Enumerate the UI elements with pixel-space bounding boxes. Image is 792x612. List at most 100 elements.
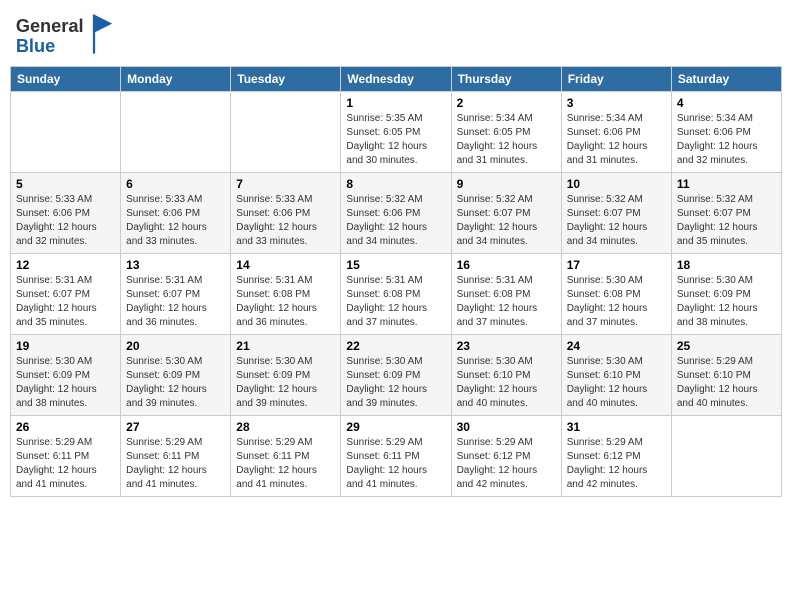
day-info: Sunrise: 5:32 AM Sunset: 6:07 PM Dayligh…	[457, 193, 556, 249]
calendar-cell: 30Sunrise: 5:29 AM Sunset: 6:12 PM Dayli…	[451, 416, 561, 497]
calendar-cell: 9 Sunrise: 5:32 AM Sunset: 6:07 PM Daylig…	[451, 173, 561, 254]
calendar-cell: 6 Sunrise: 5:33 AM Sunset: 6:06 PM Daylig…	[121, 173, 231, 254]
day-number: 7	[236, 177, 335, 191]
day-number: 12	[16, 258, 115, 272]
svg-text:Blue: Blue	[16, 36, 55, 56]
calendar-cell: 1 Sunrise: 5:35 AM Sunset: 6:05 PM Daylig…	[341, 92, 451, 173]
day-info: Sunrise: 5:29 AM Sunset: 6:11 PM Dayligh…	[236, 436, 335, 492]
day-number: 4	[677, 96, 776, 110]
calendar-cell	[231, 92, 341, 173]
calendar-cell: 25 Sunrise: 5:29 AM Sunset: 6:10 PM Dayli…	[671, 335, 781, 416]
svg-text:General: General	[16, 16, 84, 36]
day-info: Sunrise: 5:29 AM Sunset: 6:11 PM Dayligh…	[16, 436, 115, 492]
day-number: 25	[677, 339, 776, 353]
calendar-cell: 4 Sunrise: 5:34 AM Sunset: 6:06 PM Daylig…	[671, 92, 781, 173]
day-number: 20	[126, 339, 225, 353]
day-number: 16	[457, 258, 556, 272]
calendar-cell: 13Sunrise: 5:31 AM Sunset: 6:07 PM Dayli…	[121, 254, 231, 335]
day-info: Sunrise: 5:30 AM Sunset: 6:09 PM Dayligh…	[126, 355, 225, 411]
day-info: Sunrise: 5:31 AM Sunset: 6:07 PM Dayligh…	[16, 274, 115, 330]
calendar-cell: 28 Sunrise: 5:29 AM Sunset: 6:11 PM Dayli…	[231, 416, 341, 497]
day-number: 2	[457, 96, 556, 110]
day-number: 14	[236, 258, 335, 272]
calendar-cell: 17 Sunrise: 5:30 AM Sunset: 6:08 PM Dayli…	[561, 254, 671, 335]
day-info: Sunrise: 5:30 AM Sunset: 6:09 PM Dayligh…	[346, 355, 445, 411]
day-number: 24	[567, 339, 666, 353]
day-number: 23	[457, 339, 556, 353]
calendar-cell	[121, 92, 231, 173]
day-number: 28	[236, 420, 335, 434]
calendar-week-4: 19 Sunrise: 5:30 AM Sunset: 6:09 PM Dayli…	[11, 335, 782, 416]
calendar-cell	[11, 92, 121, 173]
day-number: 10	[567, 177, 666, 191]
calendar-header-wednesday: Wednesday	[341, 67, 451, 92]
day-info: Sunrise: 5:30 AM Sunset: 6:09 PM Dayligh…	[236, 355, 335, 411]
calendar-week-1: 1 Sunrise: 5:35 AM Sunset: 6:05 PM Daylig…	[11, 92, 782, 173]
day-info: Sunrise: 5:29 AM Sunset: 6:11 PM Dayligh…	[126, 436, 225, 492]
calendar-header-saturday: Saturday	[671, 67, 781, 92]
calendar-cell: 31Sunrise: 5:29 AM Sunset: 6:12 PM Dayli…	[561, 416, 671, 497]
calendar-cell: 26 Sunrise: 5:29 AM Sunset: 6:11 PM Dayli…	[11, 416, 121, 497]
day-number: 9	[457, 177, 556, 191]
calendar-cell: 21 Sunrise: 5:30 AM Sunset: 6:09 PM Dayli…	[231, 335, 341, 416]
calendar-cell: 19 Sunrise: 5:30 AM Sunset: 6:09 PM Dayli…	[11, 335, 121, 416]
day-number: 19	[16, 339, 115, 353]
day-number: 11	[677, 177, 776, 191]
day-number: 17	[567, 258, 666, 272]
day-info: Sunrise: 5:31 AM Sunset: 6:07 PM Dayligh…	[126, 274, 225, 330]
calendar-header-row: SundayMondayTuesdayWednesdayThursdayFrid…	[11, 67, 782, 92]
calendar-cell: 18Sunrise: 5:30 AM Sunset: 6:09 PM Dayli…	[671, 254, 781, 335]
calendar-cell: 2Sunrise: 5:34 AM Sunset: 6:05 PM Daylig…	[451, 92, 561, 173]
day-info: Sunrise: 5:33 AM Sunset: 6:06 PM Dayligh…	[16, 193, 115, 249]
day-info: Sunrise: 5:30 AM Sunset: 6:08 PM Dayligh…	[567, 274, 666, 330]
day-number: 3	[567, 96, 666, 110]
calendar-cell: 16 Sunrise: 5:31 AM Sunset: 6:08 PM Dayli…	[451, 254, 561, 335]
day-info: Sunrise: 5:32 AM Sunset: 6:07 PM Dayligh…	[567, 193, 666, 249]
calendar-header-sunday: Sunday	[11, 67, 121, 92]
calendar-cell: 14Sunrise: 5:31 AM Sunset: 6:08 PM Dayli…	[231, 254, 341, 335]
calendar-cell: 24 Sunrise: 5:30 AM Sunset: 6:10 PM Dayli…	[561, 335, 671, 416]
calendar-body: 1 Sunrise: 5:35 AM Sunset: 6:05 PM Daylig…	[11, 92, 782, 497]
day-number: 30	[457, 420, 556, 434]
calendar-cell: 7 Sunrise: 5:33 AM Sunset: 6:06 PM Daylig…	[231, 173, 341, 254]
day-info: Sunrise: 5:31 AM Sunset: 6:08 PM Dayligh…	[457, 274, 556, 330]
calendar-header-monday: Monday	[121, 67, 231, 92]
calendar-cell: 22 Sunrise: 5:30 AM Sunset: 6:09 PM Dayli…	[341, 335, 451, 416]
logo-svg: General Blue	[14, 10, 114, 60]
day-info: Sunrise: 5:29 AM Sunset: 6:10 PM Dayligh…	[677, 355, 776, 411]
day-info: Sunrise: 5:29 AM Sunset: 6:12 PM Dayligh…	[567, 436, 666, 492]
calendar-cell: 23 Sunrise: 5:30 AM Sunset: 6:10 PM Dayli…	[451, 335, 561, 416]
day-number: 22	[346, 339, 445, 353]
day-info: Sunrise: 5:33 AM Sunset: 6:06 PM Dayligh…	[236, 193, 335, 249]
page-header: General Blue	[10, 10, 782, 60]
day-number: 6	[126, 177, 225, 191]
calendar-cell: 10 Sunrise: 5:32 AM Sunset: 6:07 PM Dayli…	[561, 173, 671, 254]
calendar-header-thursday: Thursday	[451, 67, 561, 92]
day-number: 1	[346, 96, 445, 110]
calendar-week-5: 26 Sunrise: 5:29 AM Sunset: 6:11 PM Dayli…	[11, 416, 782, 497]
calendar-header-tuesday: Tuesday	[231, 67, 341, 92]
day-info: Sunrise: 5:30 AM Sunset: 6:09 PM Dayligh…	[16, 355, 115, 411]
day-info: Sunrise: 5:30 AM Sunset: 6:10 PM Dayligh…	[567, 355, 666, 411]
calendar-header-friday: Friday	[561, 67, 671, 92]
day-number: 26	[16, 420, 115, 434]
day-info: Sunrise: 5:35 AM Sunset: 6:05 PM Dayligh…	[346, 112, 445, 168]
day-info: Sunrise: 5:34 AM Sunset: 6:06 PM Dayligh…	[677, 112, 776, 168]
day-info: Sunrise: 5:30 AM Sunset: 6:10 PM Dayligh…	[457, 355, 556, 411]
day-number: 27	[126, 420, 225, 434]
calendar-cell: 11 Sunrise: 5:32 AM Sunset: 6:07 PM Dayli…	[671, 173, 781, 254]
day-number: 5	[16, 177, 115, 191]
day-number: 18	[677, 258, 776, 272]
day-info: Sunrise: 5:32 AM Sunset: 6:06 PM Dayligh…	[346, 193, 445, 249]
calendar-cell: 27 Sunrise: 5:29 AM Sunset: 6:11 PM Dayli…	[121, 416, 231, 497]
day-number: 15	[346, 258, 445, 272]
day-info: Sunrise: 5:33 AM Sunset: 6:06 PM Dayligh…	[126, 193, 225, 249]
day-number: 21	[236, 339, 335, 353]
calendar-cell: 15Sunrise: 5:31 AM Sunset: 6:08 PM Dayli…	[341, 254, 451, 335]
day-info: Sunrise: 5:29 AM Sunset: 6:11 PM Dayligh…	[346, 436, 445, 492]
calendar-table: SundayMondayTuesdayWednesdayThursdayFrid…	[10, 66, 782, 497]
calendar-week-3: 12 Sunrise: 5:31 AM Sunset: 6:07 PM Dayli…	[11, 254, 782, 335]
day-info: Sunrise: 5:32 AM Sunset: 6:07 PM Dayligh…	[677, 193, 776, 249]
calendar-cell: 12 Sunrise: 5:31 AM Sunset: 6:07 PM Dayli…	[11, 254, 121, 335]
day-number: 29	[346, 420, 445, 434]
